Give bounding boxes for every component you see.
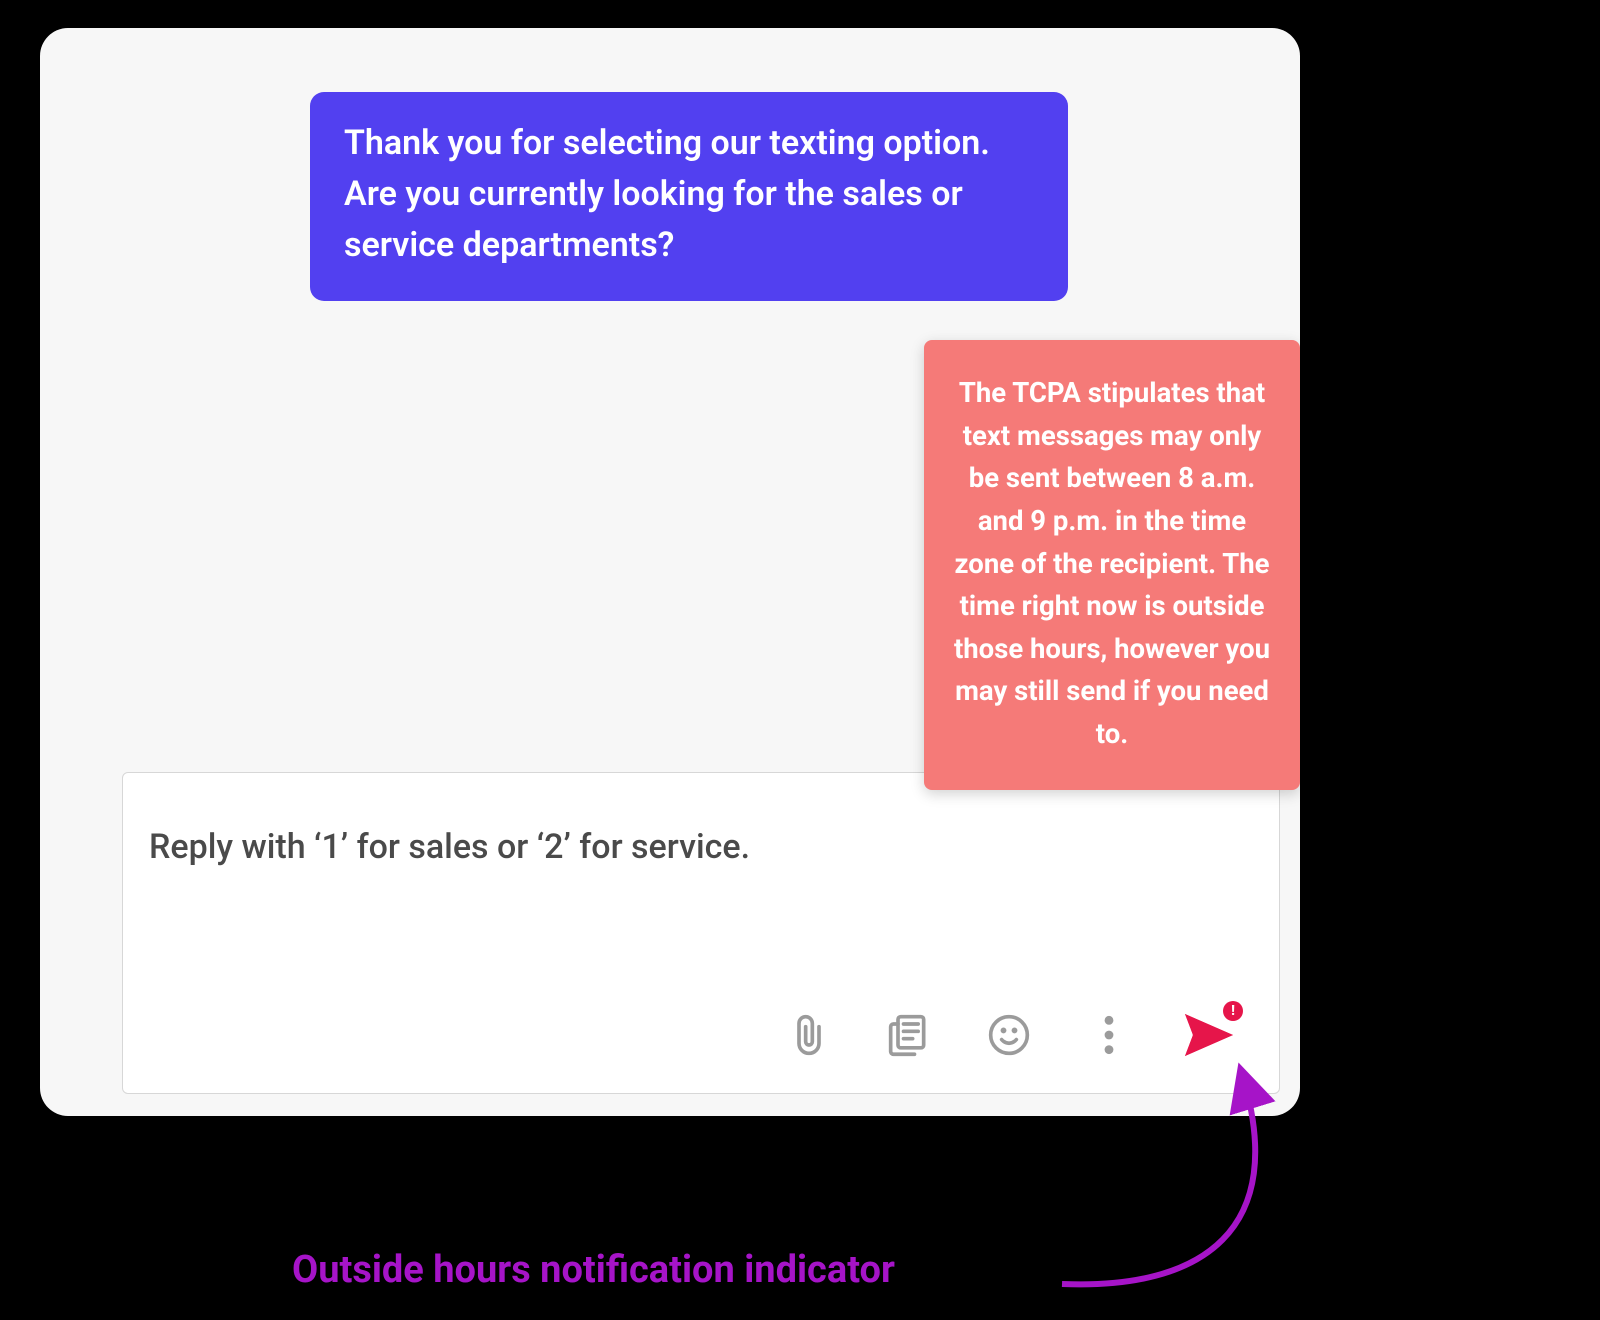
send-icon — [1185, 1014, 1233, 1056]
alert-badge-text: ! — [1231, 1004, 1235, 1018]
outside-hours-tooltip: The TCPA stipulates that text messages m… — [924, 340, 1300, 790]
template-icon — [887, 1013, 931, 1057]
attach-button[interactable] — [781, 1007, 837, 1063]
tooltip-text: The TCPA stipulates that text messages m… — [954, 376, 1270, 750]
outgoing-message-bubble: Thank you for selecting our texting opti… — [310, 92, 1068, 301]
annotation-caption-text: Outside hours notification indicator — [292, 1248, 895, 1292]
message-composer: Reply with ‘1’ for sales or ‘2’ for serv… — [122, 772, 1280, 1094]
smile-icon — [987, 1013, 1031, 1057]
template-button[interactable] — [881, 1007, 937, 1063]
outgoing-message-text: Thank you for selecting our texting opti… — [344, 123, 990, 265]
outside-hours-alert-badge: ! — [1223, 1001, 1243, 1021]
composer-text-input[interactable]: Reply with ‘1’ for sales or ‘2’ for serv… — [149, 827, 1253, 867]
composer-input-value: Reply with ‘1’ for sales or ‘2’ for serv… — [149, 827, 750, 867]
more-options-button[interactable] — [1081, 1007, 1137, 1063]
emoji-button[interactable] — [981, 1007, 1037, 1063]
paperclip-icon — [789, 1011, 829, 1059]
more-vertical-icon — [1099, 1013, 1119, 1057]
annotation-caption: Outside hours notification indicator — [292, 1248, 895, 1292]
send-button[interactable]: ! — [1181, 1007, 1237, 1063]
composer-toolbar: ! — [781, 1007, 1237, 1063]
